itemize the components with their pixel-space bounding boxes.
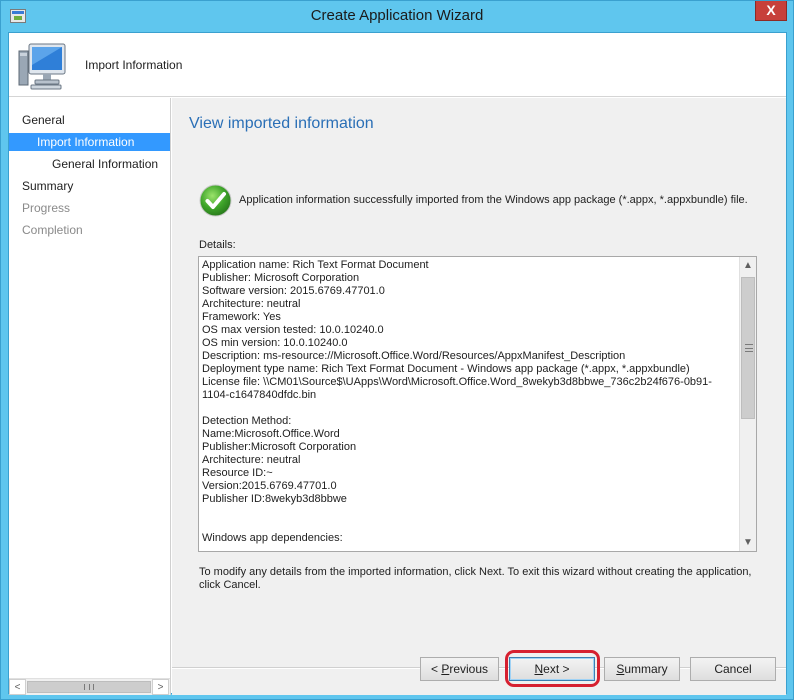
wizard-page: View imported information Application in… (172, 98, 786, 695)
detail-line: Architecture: neutral (202, 454, 301, 466)
summary-button[interactable]: Summary (604, 657, 680, 681)
detail-line: OS max version tested: 10.0.10240.0 (202, 324, 384, 336)
detail-line: Framework: Yes (202, 311, 281, 323)
instructions-text: To modify any details from the imported … (199, 566, 752, 591)
computer-icon (18, 43, 66, 90)
nav-item-completion: Completion (22, 223, 83, 237)
close-button[interactable]: X (755, 1, 787, 21)
wizard-navigation: General Import Information General Infor… (9, 98, 171, 695)
window-title: Create Application Wizard (310, 7, 484, 24)
header-title: Import Information (85, 58, 183, 72)
details-content: Application name: Rich Text Format Docum… (202, 259, 732, 545)
detail-line: Publisher ID:8wekyb3d8bbwe (202, 493, 347, 505)
wizard-client-area: Import Information General Import Inform… (8, 32, 787, 695)
cancel-button[interactable]: Cancel (690, 657, 776, 681)
vertical-scroll-thumb[interactable] (741, 277, 755, 419)
detail-line (202, 519, 732, 532)
success-message: Application information successfully imp… (239, 194, 748, 206)
details-textbox[interactable]: Application name: Rich Text Format Docum… (198, 256, 757, 552)
sidebar-horizontal-scrollbar[interactable]: < > (9, 678, 170, 695)
detail-line: Deployment type name: Rich Text Format D… (202, 363, 690, 375)
detail-line: Publisher: Microsoft Corporation (202, 272, 360, 284)
detail-line: Application name: Rich Text Format Docum… (202, 259, 429, 271)
previous-button[interactable]: < Previous (420, 657, 499, 681)
page-title: View imported information (189, 115, 374, 132)
nav-item-progress: Progress (22, 201, 71, 215)
wizard-header: Import Information (9, 33, 786, 97)
horizontal-scroll-thumb[interactable] (27, 681, 151, 693)
title-bar[interactable]: Create Application Wizard X (1, 1, 793, 32)
scroll-right-arrow[interactable]: > (152, 679, 169, 695)
details-label: Details: (199, 239, 236, 251)
detail-line: Version:2015.6769.47701.0 (202, 480, 337, 492)
detail-line: Publisher:Microsoft Corporation (202, 441, 357, 453)
nav-item-summary[interactable]: Summary (9, 177, 170, 195)
wizard-window: Create Application Wizard X Import Infor… (0, 0, 794, 700)
nav-item-import-information[interactable]: Import Information (9, 133, 170, 151)
detail-line: OS min version: 10.0.10240.0 (202, 337, 348, 349)
detail-line: Detection Method: (202, 415, 292, 427)
nav-item-general[interactable]: General (9, 111, 170, 129)
detail-line: Resource ID:~ (202, 467, 273, 479)
nav-item-general-information[interactable]: General Information (9, 155, 170, 173)
detail-line (202, 506, 732, 519)
details-vertical-scrollbar[interactable]: ▲ ▼ (739, 257, 756, 551)
detail-line: Windows app dependencies: (202, 532, 343, 544)
detail-line (202, 402, 732, 415)
scroll-down-arrow[interactable]: ▼ (740, 534, 756, 551)
next-accel: N (534, 662, 544, 676)
previous-rest: revious (449, 662, 489, 676)
checkmark-icon (199, 184, 232, 217)
detail-line: Architecture: neutral (202, 298, 301, 310)
detail-line: License file: \\CM01\Source$\UApps\Word\… (202, 376, 712, 401)
detail-line: Software version: 2015.6769.47701.0 (202, 285, 385, 297)
previous-prefix: < (430, 662, 442, 676)
summary-rest: ummary (624, 662, 668, 676)
detail-line: Name:Microsoft.Office.Word (202, 428, 340, 440)
scroll-up-arrow[interactable]: ▲ (740, 257, 756, 274)
next-button[interactable]: Next > (509, 657, 595, 681)
detail-line: Description: ms-resource://Microsoft.Off… (202, 350, 626, 362)
scroll-left-arrow[interactable]: < (9, 679, 26, 695)
next-rest: ext > (543, 662, 570, 676)
